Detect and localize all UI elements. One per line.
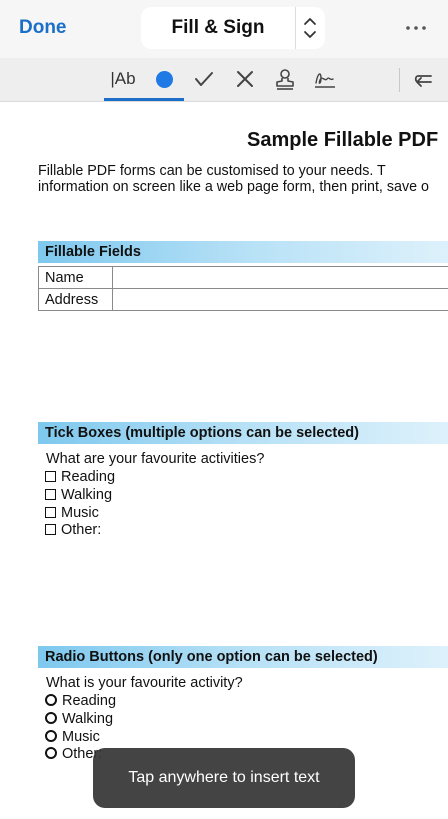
tick-boxes-heading: Tick Boxes (multiple options can be sele… <box>38 422 448 444</box>
option-label: Reading <box>62 693 117 709</box>
top-nav-bar: Done Fill & Sign <box>0 0 448 58</box>
radio-option[interactable]: Reading <box>45 692 116 710</box>
checkmark-icon[interactable] <box>191 66 217 92</box>
address-field[interactable] <box>112 288 448 311</box>
table-row: Name <box>38 266 448 289</box>
option-label: Music <box>62 729 100 745</box>
dot-tool-button[interactable] <box>156 71 173 88</box>
cross-icon[interactable] <box>232 66 258 92</box>
signature-icon[interactable] <box>312 66 338 92</box>
mode-divider <box>295 7 296 49</box>
radio-option[interactable]: Music <box>45 728 100 746</box>
intro-line: Fillable PDF forms can be customised to … <box>38 163 386 179</box>
tick-question: What are your favourite activities? <box>46 451 265 467</box>
fill-sign-toolbar: |Ab <box>0 58 448 102</box>
checkbox-option[interactable]: Music <box>45 504 99 522</box>
more-options-icon[interactable] <box>402 18 430 38</box>
name-label: Name <box>38 266 113 289</box>
done-button[interactable]: Done <box>19 17 67 39</box>
chevron-up-down-icon[interactable] <box>301 15 319 41</box>
radio-question: What is your favourite activity? <box>46 675 243 691</box>
radio-buttons-heading: Radio Buttons (only one option can be se… <box>38 646 448 668</box>
checkbox[interactable] <box>45 489 56 500</box>
radio-button[interactable] <box>45 712 57 724</box>
document-title: Sample Fillable PDF <box>247 129 439 151</box>
toolbar-divider <box>399 68 400 92</box>
table-row: Address <box>38 288 448 311</box>
radio-button[interactable] <box>45 747 57 759</box>
checkbox[interactable] <box>45 524 56 535</box>
mode-selector[interactable]: Fill & Sign <box>141 7 325 49</box>
option-label: Music <box>61 505 99 521</box>
checkbox[interactable] <box>45 471 56 482</box>
insert-text-toast: Tap anywhere to insert text <box>93 748 355 808</box>
name-field[interactable] <box>112 266 448 289</box>
radio-button[interactable] <box>45 730 57 742</box>
selected-tool-indicator <box>104 98 184 101</box>
mode-label[interactable]: Fill & Sign <box>141 7 295 49</box>
text-tool-button[interactable]: |Ab <box>104 58 142 102</box>
checkbox-option[interactable]: Reading <box>45 468 115 486</box>
document-intro: Fillable PDF forms can be customised to … <box>38 163 448 195</box>
checkbox-option[interactable]: Walking <box>45 486 112 504</box>
undo-icon[interactable] <box>410 66 436 92</box>
option-label: Other: <box>61 522 102 538</box>
checkbox[interactable] <box>45 507 56 518</box>
option-label: Reading <box>61 469 116 485</box>
option-label: Walking <box>62 711 114 727</box>
fillable-fields-table: Name Address <box>38 266 448 311</box>
option-label: Walking <box>61 487 113 503</box>
radio-option[interactable]: Walking <box>45 710 113 728</box>
checkbox-option[interactable]: Other: <box>45 521 101 539</box>
stamp-icon[interactable] <box>272 66 298 92</box>
fillable-fields-heading: Fillable Fields <box>38 241 448 263</box>
radio-button[interactable] <box>45 694 57 706</box>
pdf-page[interactable]: Sample Fillable PDF Fillable PDF forms c… <box>0 103 448 819</box>
intro-line: information on screen like a web page fo… <box>38 179 429 195</box>
address-label: Address <box>38 288 113 311</box>
